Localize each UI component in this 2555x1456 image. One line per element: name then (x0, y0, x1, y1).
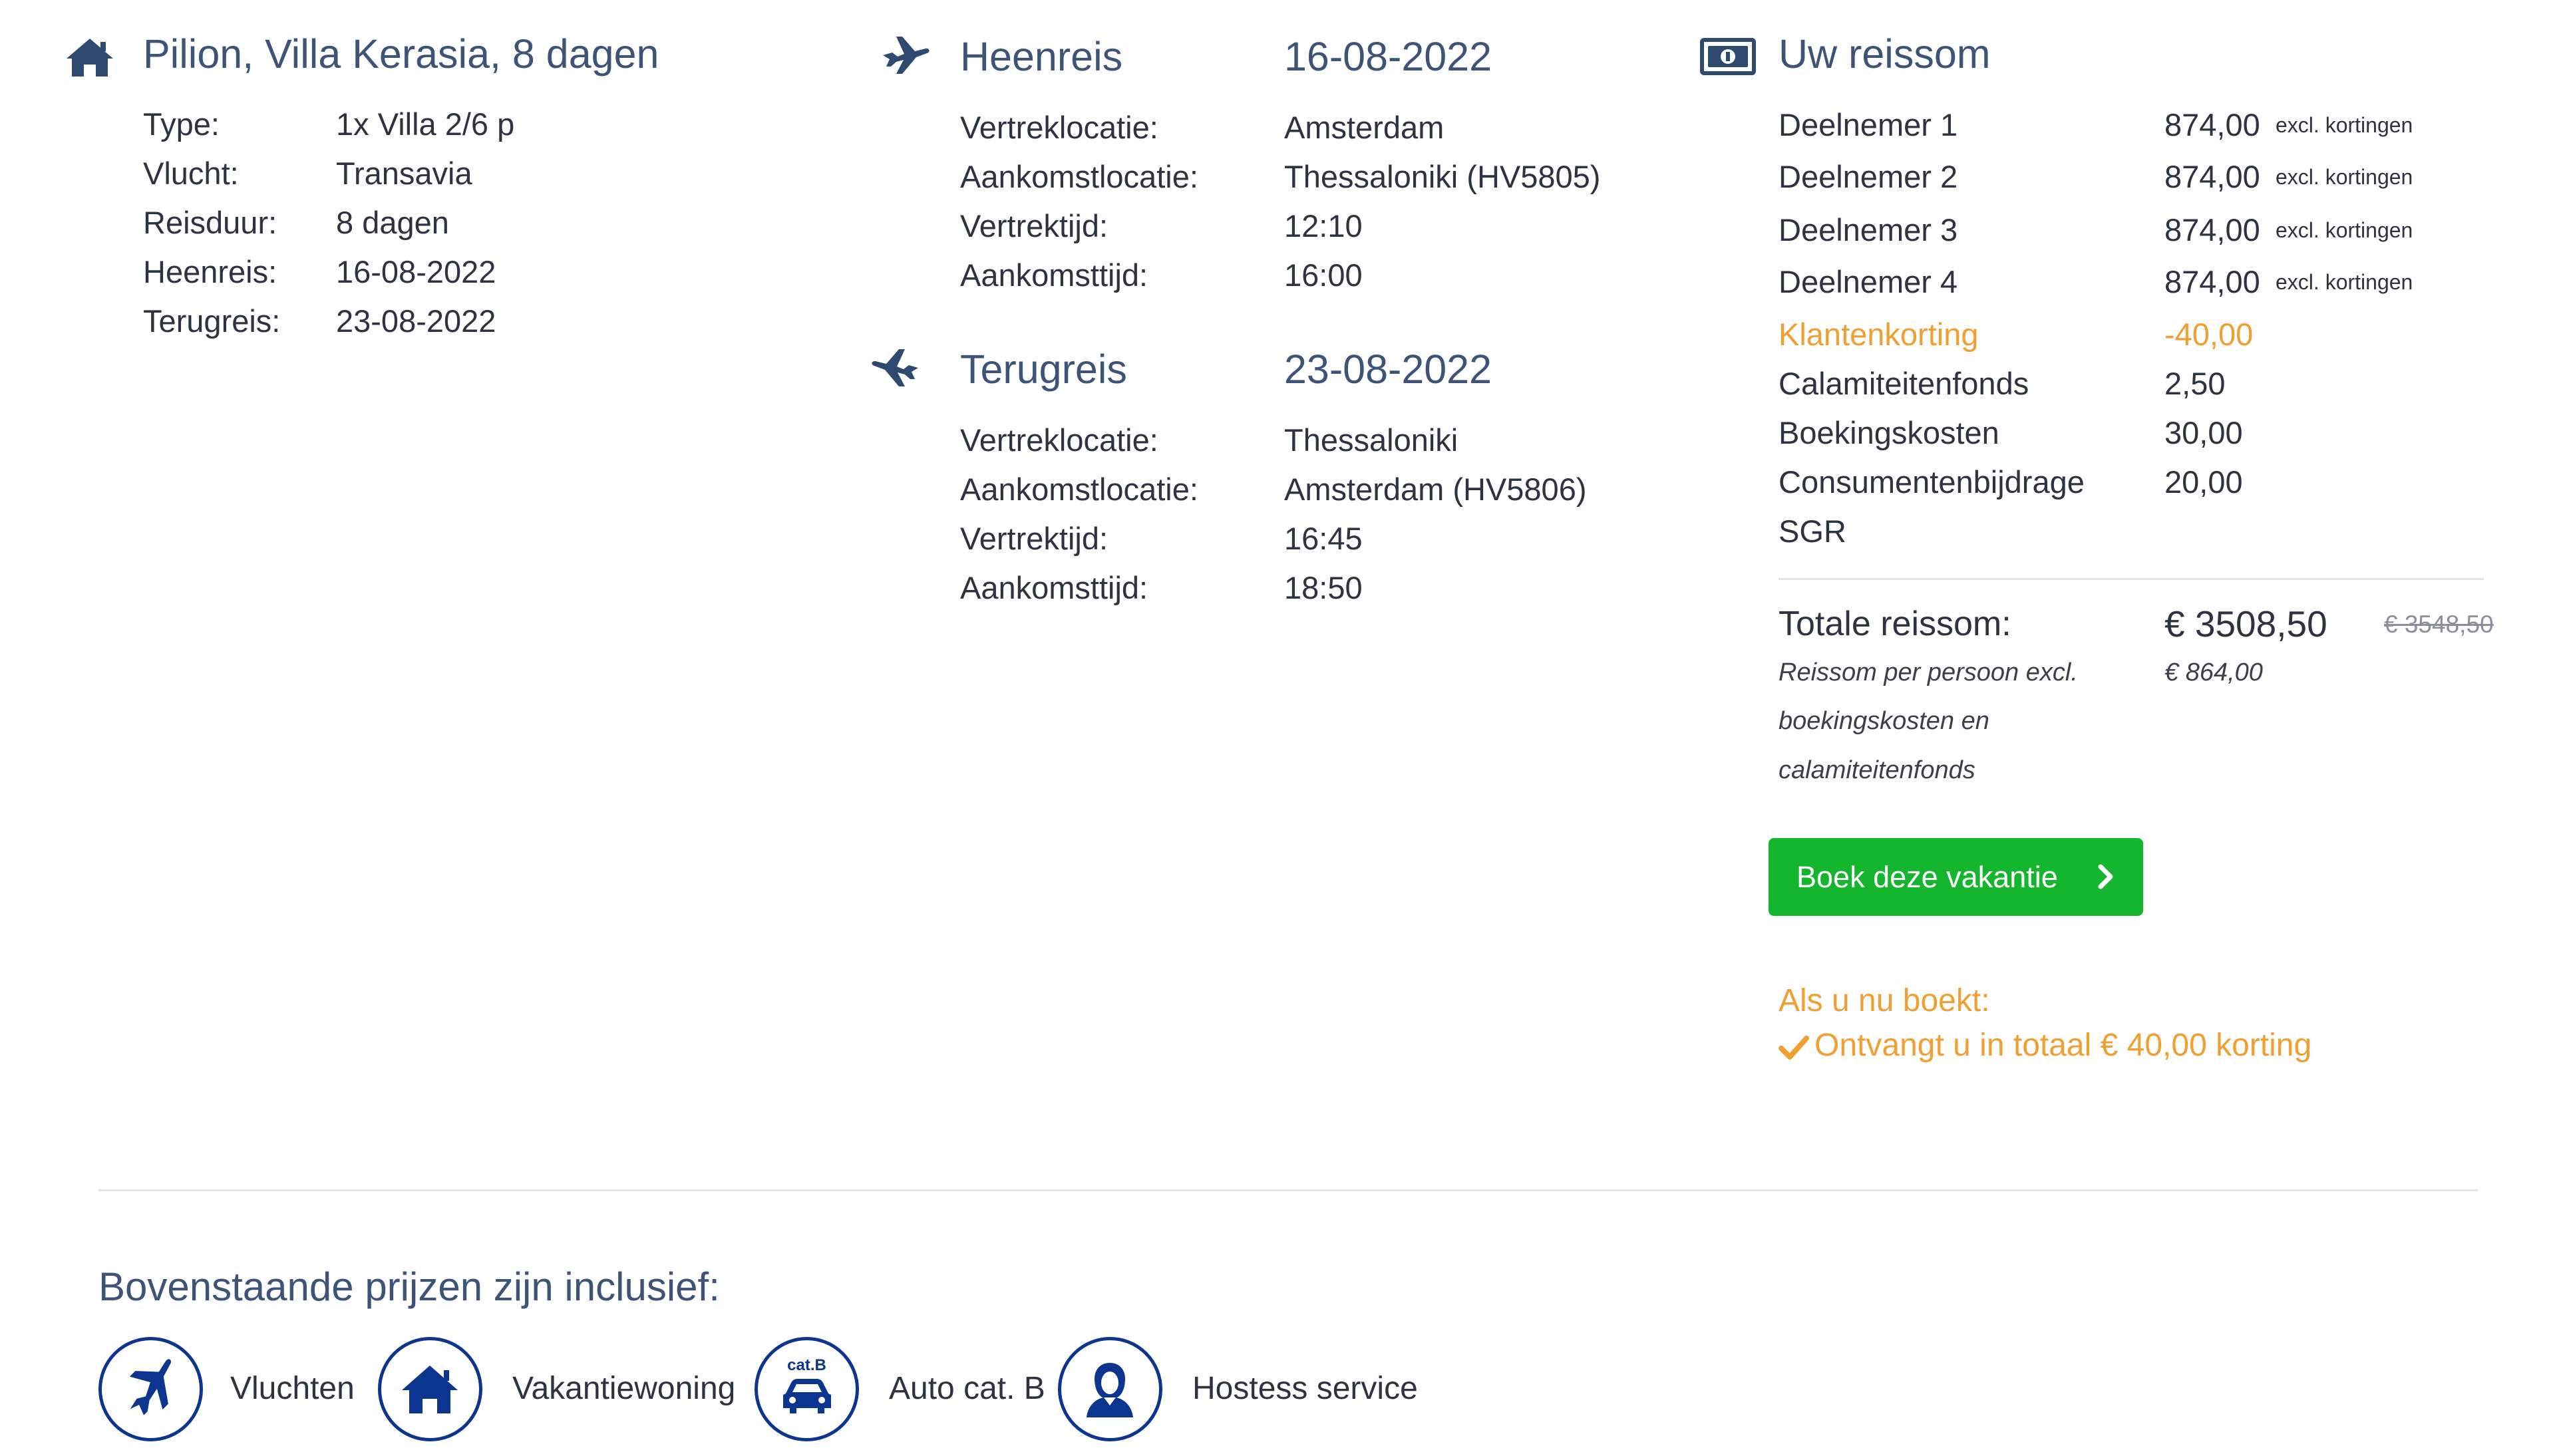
detail-value: Transavia (336, 156, 472, 191)
per-person-note: calamiteitenfonds (1779, 756, 1975, 784)
participant-label: Deelnemer 4 (1779, 264, 1958, 299)
flight-value: Thessaloniki (1284, 422, 1458, 458)
chevron-right-icon (2098, 864, 2113, 889)
flight-value: 12:10 (1284, 208, 1363, 243)
flight-value: 16:00 (1284, 257, 1363, 293)
detail-value: 23-08-2022 (336, 303, 496, 339)
outbound-title: Heenreis (960, 34, 1123, 79)
flight-value: 18:50 (1284, 570, 1363, 605)
section-divider (98, 1189, 2478, 1191)
flight-label: Aankomstlocatie: (960, 472, 1198, 507)
car-category-badge: cat.B (787, 1356, 826, 1374)
book-holiday-button[interactable]: Boek deze vakantie (1769, 838, 2143, 916)
detail-label: Heenreis: (143, 254, 277, 289)
participant-note: excl. kortingen (2276, 218, 2413, 242)
participant-label: Deelnemer 2 (1779, 159, 1958, 194)
per-person-value: € 864,00 (2164, 658, 2263, 686)
participant-price: 874,00 (2164, 212, 2260, 247)
included-item-label: Auto cat. B (889, 1371, 1045, 1406)
hostess-circle-icon (1058, 1337, 1162, 1441)
flight-label: Aankomsttijd: (960, 257, 1148, 293)
discount-label: Klantenkorting (1779, 317, 1979, 352)
participant-price: 874,00 (2164, 159, 2260, 194)
flight-label: Vertrektijd: (960, 521, 1108, 556)
participant-price: 874,00 (2164, 264, 2260, 299)
flight-label: Vertrektijd: (960, 208, 1108, 243)
outbound-date: 16-08-2022 (1284, 34, 1492, 79)
per-person-note: Reissom per persoon excl. (1779, 658, 2078, 686)
flight-label: Aankomstlocatie: (960, 159, 1198, 194)
included-item-label: Vluchten (230, 1371, 355, 1406)
detail-value: 8 dagen (336, 205, 449, 240)
accommodation-title: Pilion, Villa Kerasia, 8 dagen (143, 31, 659, 76)
participant-note: excl. kortingen (2276, 113, 2413, 137)
per-person-note: boekingskosten en (1779, 707, 1989, 735)
car-circle-icon: cat.B (755, 1337, 859, 1441)
participant-price: 874,00 (2164, 107, 2260, 142)
participant-label: Deelnemer 3 (1779, 212, 1958, 247)
flights-circle-icon (98, 1337, 203, 1441)
detail-label: Vlucht: (143, 156, 239, 191)
inclusive-heading: Bovenstaande prijzen zijn inclusief: (98, 1264, 720, 1309)
detail-value: 16-08-2022 (336, 254, 496, 289)
fee-label: Consumentenbijdrage (1779, 464, 2085, 500)
total-value: € 3508,50 (2164, 603, 2327, 645)
inbound-title: Terugreis (960, 347, 1127, 392)
detail-value: 1x Villa 2/6 p (336, 106, 515, 142)
promo-heading: Als u nu boekt: (1779, 983, 1990, 1018)
flight-value: 16:45 (1284, 521, 1363, 556)
total-label: Totale reissom: (1779, 605, 2011, 643)
fee-label-continuation: SGR (1779, 513, 1846, 549)
participant-note: excl. kortingen (2276, 165, 2413, 189)
inbound-date: 23-08-2022 (1284, 347, 1492, 392)
home-icon (67, 39, 113, 76)
participant-label: Deelnemer 1 (1779, 107, 1958, 142)
included-item-label: Vakantiewoning (512, 1371, 736, 1406)
fee-value: 30,00 (2164, 415, 2243, 450)
flight-label: Aankomsttijd: (960, 570, 1148, 605)
fee-label: Boekingskosten (1779, 415, 1999, 450)
airplane-departure-icon (883, 37, 930, 74)
flight-label: Vertreklocatie: (960, 422, 1158, 458)
participant-note: excl. kortingen (2276, 270, 2413, 294)
airplane-arrival-icon (872, 349, 918, 386)
discount-value: -40,00 (2164, 317, 2254, 352)
price-divider (1779, 578, 2484, 580)
flight-value: Thessaloniki (HV5805) (1284, 159, 1601, 194)
flight-value: Amsterdam (1284, 110, 1445, 145)
checkmark-icon (1779, 1036, 1809, 1060)
holiday-home-circle-icon (378, 1337, 482, 1441)
fee-value: 2,50 (2164, 366, 2226, 401)
promo-discount-text: Ontvangt u in totaal € 40,00 korting (1814, 1028, 2312, 1063)
detail-label: Type: (143, 106, 220, 142)
old-total-price: € 3548,50 (2384, 611, 2494, 638)
detail-label: Terugreis: (143, 303, 281, 339)
flight-value: Amsterdam (HV5806) (1284, 472, 1587, 507)
fee-value: 20,00 (2164, 464, 2243, 500)
detail-label: Reisduur: (143, 205, 277, 240)
price-title: Uw reissom (1779, 31, 1991, 76)
money-icon (1700, 38, 1756, 75)
flight-label: Vertreklocatie: (960, 110, 1158, 145)
book-button-label: Boek deze vakantie (1796, 859, 2058, 894)
fee-label: Calamiteitenfonds (1779, 366, 2029, 401)
included-item-label: Hostess service (1192, 1371, 1418, 1406)
